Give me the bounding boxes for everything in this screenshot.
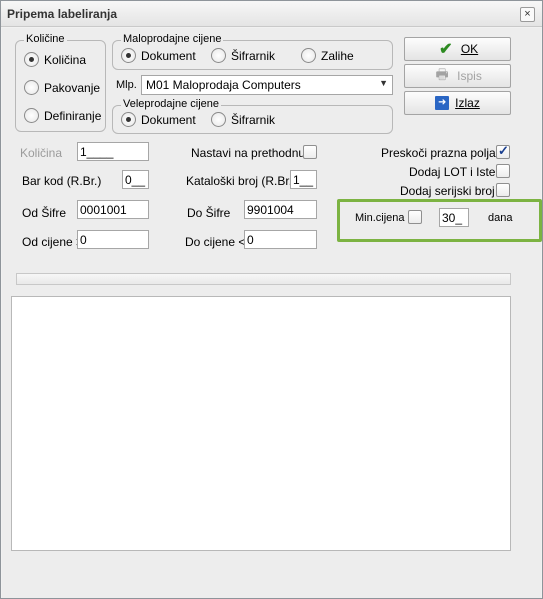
radio-malo-dokument[interactable]: Dokument <box>121 48 196 63</box>
radio-vele-dokument-label: Dokument <box>141 112 196 127</box>
nastavi-checkbox[interactable] <box>303 145 317 159</box>
preskoci-label: Preskoči prazna polja <box>381 146 496 160</box>
radio-malo-zalihe-circle[interactable] <box>301 48 316 63</box>
radio-pakovanje-label: Pakovanje <box>44 80 101 95</box>
dodaj-lot-checkbox[interactable] <box>496 164 510 178</box>
radio-kolicina-label: Količina <box>44 52 87 67</box>
preskoci-checkbox[interactable] <box>496 143 510 159</box>
radio-malo-zalihe[interactable]: Zalihe <box>301 48 354 63</box>
radio-definiranje-label: Definiranje <box>44 108 102 123</box>
ispis-button[interactable]: 🖶 Ispis <box>404 64 511 88</box>
do-sifre-label: Do Šifre <box>187 206 231 220</box>
printer-icon: 🖶 <box>435 66 449 82</box>
dana-label: dana <box>488 212 513 224</box>
min-cijena-checkbox[interactable] <box>408 210 422 224</box>
radio-malo-zalihe-label: Zalihe <box>321 48 354 63</box>
do-sifre-input[interactable]: 9901004 <box>244 200 317 219</box>
radio-definiranje-circle[interactable] <box>24 108 39 123</box>
exit-icon: ➜ <box>435 96 450 110</box>
kolicina-label: Količina <box>20 146 63 160</box>
mlp-select-value: M01 Maloprodaja Computers <box>146 78 301 92</box>
ok-button[interactable]: ✔ OK <box>404 37 511 61</box>
radio-definiranje[interactable]: Definiranje <box>24 108 101 123</box>
kolicina-input-value: 1____ <box>80 145 114 159</box>
dodaj-serijski-checkbox[interactable] <box>496 183 510 197</box>
kataloski-input[interactable]: 1__ <box>290 170 317 189</box>
close-button[interactable]: × <box>520 7 535 22</box>
kataloski-input-value: 1__ <box>293 173 314 187</box>
od-cijene-label: Od cijene > <box>22 235 84 249</box>
ok-button-label: OK <box>460 42 479 56</box>
od-cijene-input-value: 0 <box>80 233 87 247</box>
radio-malo-dokument-circle[interactable] <box>121 48 136 63</box>
kolicine-group: Količine Količina Pakovanje Definiranje <box>15 33 106 132</box>
radio-vele-dokument-circle[interactable] <box>121 112 136 127</box>
od-cijene-input[interactable]: 0 <box>77 230 149 249</box>
od-sifre-input-value: 0001001 <box>80 203 127 217</box>
do-cijene-label: Do cijene < <box>185 235 246 249</box>
veleprodajne-legend: Veleprodajne cijene <box>121 98 222 110</box>
bar-kod-input-value: 0__ <box>125 173 146 187</box>
radio-kolicina[interactable]: Količina <box>24 52 86 67</box>
dialog-window: Pripema labeliranja × Količine Količina … <box>0 0 543 599</box>
close-icon: × <box>524 8 531 20</box>
do-cijene-input[interactable]: 0 <box>244 230 317 249</box>
maloprodajne-group: Maloprodajne cijene Dokument Šifrarnik Z… <box>112 33 393 70</box>
dodaj-serijski-label: Dodaj serijski broj <box>400 184 495 198</box>
progress-bar <box>16 273 511 285</box>
veleprodajne-group: Veleprodajne cijene Dokument Šifrarnik <box>112 98 393 134</box>
nastavi-label: Nastavi na prethodnu <box>191 146 306 160</box>
do-cijene-input-value: 0 <box>247 233 254 247</box>
min-cijena-days-input[interactable]: 30_ <box>439 208 469 227</box>
radio-malo-dokument-label: Dokument <box>141 48 196 63</box>
od-sifre-input[interactable]: 0001001 <box>77 200 149 219</box>
bar-kod-input[interactable]: 0__ <box>122 170 149 189</box>
checkmark-icon: ✔ <box>439 41 453 58</box>
min-cijena-days-value: 30_ <box>442 211 463 225</box>
bar-kod-label: Bar kod (R.Br.) <box>22 174 102 188</box>
output-listbox[interactable] <box>11 296 511 551</box>
radio-pakovanje[interactable]: Pakovanje <box>24 80 100 95</box>
ispis-button-label: Ispis <box>457 69 482 83</box>
radio-malo-sifrarnik-circle[interactable] <box>211 48 226 63</box>
min-cijena-label: Min.cijena <box>355 212 405 224</box>
radio-vele-sifrarnik-circle[interactable] <box>211 112 226 127</box>
izlaz-button-label: Izlaz <box>455 96 480 110</box>
kolicina-input[interactable]: 1____ <box>77 142 149 161</box>
radio-malo-sifrarnik-label: Šifrarnik <box>231 48 276 63</box>
do-sifre-input-value: 9901004 <box>247 203 294 217</box>
mlp-select[interactable]: M01 Maloprodaja Computers ▼ <box>141 75 393 95</box>
radio-pakovanje-circle[interactable] <box>24 80 39 95</box>
dialog-body: Količine Količina Pakovanje Definiranje … <box>2 28 542 598</box>
od-sifre-label: Od Šifre <box>22 206 67 220</box>
radio-kolicina-circle[interactable] <box>24 52 39 67</box>
radio-malo-sifrarnik[interactable]: Šifrarnik <box>211 48 275 63</box>
title-bar[interactable]: Pripema labeliranja × <box>1 1 542 27</box>
radio-vele-sifrarnik[interactable]: Šifrarnik <box>211 112 275 127</box>
maloprodajne-legend: Maloprodajne cijene <box>121 33 224 45</box>
chevron-down-icon: ▼ <box>379 78 388 88</box>
window-title: Pripema labeliranja <box>7 7 118 21</box>
kolicine-legend: Količine <box>24 33 67 45</box>
mlp-label: Mlp. <box>116 79 137 91</box>
kataloski-label: Kataloški broj (R.Br.) <box>186 174 297 188</box>
izlaz-button[interactable]: ➜ Izlaz <box>404 91 511 115</box>
dodaj-lot-label: Dodaj LOT i Istek <box>409 165 502 179</box>
radio-vele-dokument[interactable]: Dokument <box>121 112 196 127</box>
radio-vele-sifrarnik-label: Šifrarnik <box>231 112 276 127</box>
